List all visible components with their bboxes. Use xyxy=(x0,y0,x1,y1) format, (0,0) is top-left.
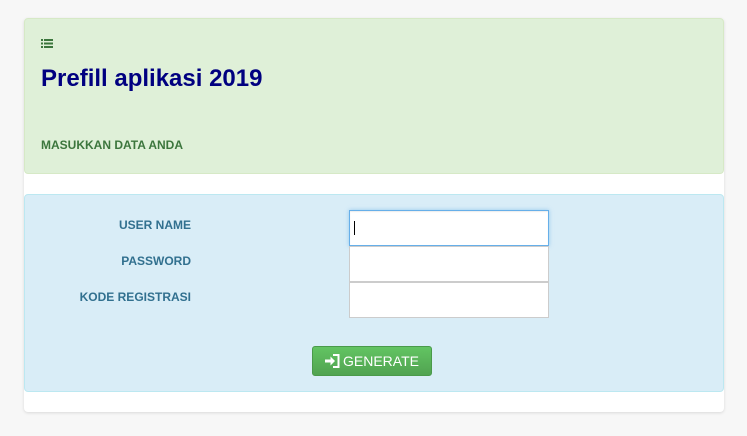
prefill-card: Prefill aplikasi 2019 MASUKKAN DATA ANDA… xyxy=(24,18,724,412)
form-panel: USER NAME PASSWORD KODE REGISTRASI GENER… xyxy=(24,194,724,392)
page-title: Prefill aplikasi 2019 xyxy=(41,65,263,92)
list-icon xyxy=(41,38,53,49)
password-input[interactable] xyxy=(349,246,549,282)
sign-in-icon xyxy=(325,354,340,368)
registration-code-label: KODE REGISTRASI xyxy=(79,290,191,304)
header-panel: Prefill aplikasi 2019 MASUKKAN DATA ANDA xyxy=(24,18,724,174)
text-caret xyxy=(354,221,355,235)
generate-button[interactable]: GENERATE xyxy=(312,346,432,376)
password-label: PASSWORD xyxy=(121,254,191,268)
username-label: USER NAME xyxy=(118,218,191,232)
username-input[interactable] xyxy=(349,210,549,246)
registration-code-input[interactable] xyxy=(349,282,549,318)
form-subtitle: MASUKKAN DATA ANDA xyxy=(41,138,183,152)
generate-button-label: GENERATE xyxy=(343,353,419,369)
